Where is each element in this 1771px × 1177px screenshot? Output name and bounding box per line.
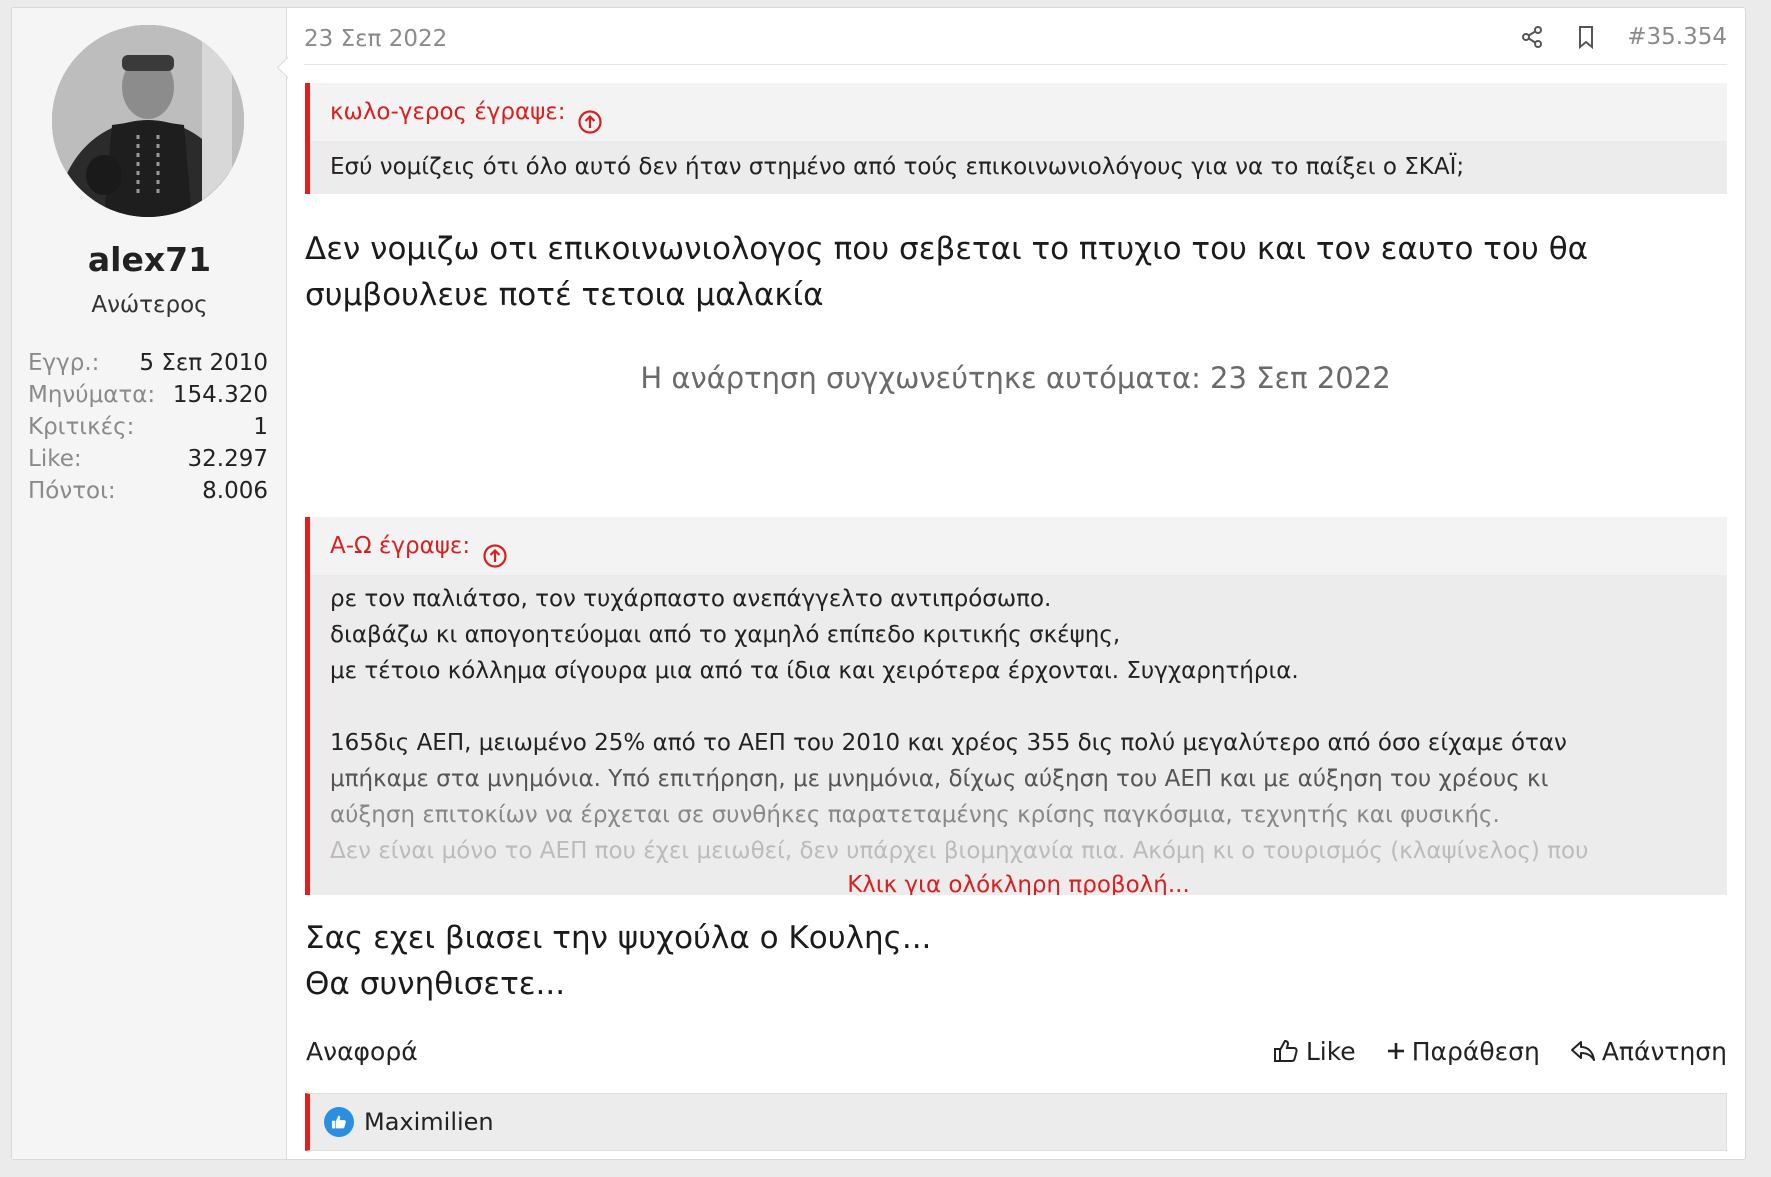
stat-row-registered: Εγγρ.: 5 Σεπ 2010 [28, 347, 268, 379]
quote-button[interactable]: Παράθεση [1386, 1037, 1540, 1066]
quote-line: μπήκαμε στα μνημόνια. Υπό επιτήρηση, με … [330, 766, 1549, 792]
message-line: Σας εχει βιασει την ψυχούλα ο Κουλης... [305, 920, 932, 956]
message-line: Δεν νομιζω οτι επικοινωνιολογος που σεβε… [305, 231, 1589, 267]
stat-value: 32.297 [187, 446, 268, 472]
quote-label: Παράθεση [1411, 1036, 1540, 1066]
thumbs-up-icon [324, 1107, 354, 1137]
plus-icon [1387, 1043, 1404, 1059]
like-button[interactable]: Like [1272, 1037, 1356, 1066]
reply-button[interactable]: Απάντηση [1570, 1037, 1727, 1066]
stat-row-likes: Like: 32.297 [28, 443, 268, 475]
quote-line: ρε τον παλιάτσο, τον τυχάρπαστο ανεπάγγε… [330, 586, 1052, 612]
post-header-actions: #35.354 [1519, 24, 1727, 50]
stat-row-reviews: Κριτικές: 1 [28, 411, 268, 443]
avatar[interactable] [52, 25, 244, 217]
quote-header: Α-Ω έγραψε: [310, 517, 1727, 575]
bookmark-icon[interactable] [1573, 24, 1599, 50]
quote-line: διαβάζω κι απογοητεύομαι από το χαμηλό ε… [330, 622, 1121, 648]
quote-body: ρε τον παλιάτσο, τον τυχάρπαστο ανεπάγγε… [310, 575, 1727, 895]
quote-author[interactable]: Α-Ω έγραψε: [330, 517, 470, 575]
message-text-1: Δεν νομιζω οτι επικοινωνιολογος που σεβε… [305, 226, 1588, 318]
post-actions: Like Παράθεση Απάντηση [1242, 1037, 1727, 1066]
likes-bar: Maximilien [305, 1093, 1727, 1151]
arrow-up-circle-icon[interactable] [482, 533, 508, 568]
quote-body: Εσύ νομίζεις ότι όλο αυτό δεν ήταν στημέ… [310, 141, 1727, 194]
post-main: 23 Σεπ 2022 #35.354 κωλο-γερος έγραψε: Ε… [304, 8, 1727, 1159]
stat-row-messages: Μηνύματα: 154.320 [28, 379, 268, 411]
username[interactable]: alex71 [12, 240, 287, 279]
message-line: Θα συνηθισετε... [305, 966, 566, 1002]
quote-block-1: κωλο-γερος έγραψε: Εσύ νομίζεις ότι όλο … [305, 83, 1727, 194]
post-header: 23 Σεπ 2022 #35.354 [304, 8, 1727, 65]
post-date[interactable]: 23 Σεπ 2022 [304, 26, 447, 52]
share-icon[interactable] [1519, 24, 1545, 50]
quote-line: 165δις ΑΕΠ, μειωμένο 25% από το ΑΕΠ του … [330, 730, 1567, 756]
stat-value[interactable]: 8.006 [202, 475, 268, 507]
stat-label: Πόντοι: [28, 478, 116, 504]
quote-author[interactable]: κωλο-γερος έγραψε: [330, 83, 565, 141]
stat-value[interactable]: 154.320 [173, 379, 268, 411]
liker-name[interactable]: Maximilien [364, 1108, 494, 1136]
user-title: Ανώτερος [91, 292, 208, 318]
post-container: alex71 Ανώτερος Εγγρ.: 5 Σεπ 2010 Μηνύμα… [11, 7, 1746, 1160]
quote-line: με τέτοιο κόλλημα σίγουρα μια από τα ίδι… [330, 658, 1299, 684]
stat-value: 5 Σεπ 2010 [139, 350, 268, 376]
user-stats: Εγγρ.: 5 Σεπ 2010 Μηνύματα: 154.320 Κριτ… [28, 347, 268, 507]
quote-text: Εσύ νομίζεις ότι όλο αυτό δεν ήταν στημέ… [330, 154, 1465, 180]
message-text-2: Σας εχει βιασει την ψυχούλα ο Κουλης... … [305, 915, 931, 1007]
reply-label: Απάντηση [1601, 1036, 1727, 1066]
user-sidebar: alex71 Ανώτερος Εγγρ.: 5 Σεπ 2010 Μηνύμα… [12, 8, 287, 1159]
stat-label: Εγγρ.: [28, 350, 100, 376]
arrow-up-circle-icon[interactable] [577, 99, 603, 134]
quote-line [330, 689, 1707, 725]
stat-label: Κριτικές: [28, 414, 135, 440]
stat-value[interactable]: 1 [253, 411, 268, 443]
stat-label: Μηνύματα: [28, 382, 156, 408]
quote-line: αύξηση επιτοκίων να έρχεται σε συνθήκες … [330, 802, 1500, 828]
quote-block-2: Α-Ω έγραψε: ρε τον παλιάτσο, τον τυχάρπα… [305, 517, 1727, 895]
like-label: Like [1305, 1036, 1356, 1066]
post-footer: Αναφορά Like Παράθεση Απάντηση [304, 1026, 1727, 1076]
post-number[interactable]: #35.354 [1627, 24, 1727, 50]
thumbs-up-icon [1273, 1039, 1298, 1062]
expand-quote-link[interactable]: Κλικ για ολόκληρη προβολή... [310, 863, 1727, 895]
reply-arrow-icon [1570, 1041, 1595, 1061]
quote-header: κωλο-γερος έγραψε: [310, 83, 1727, 141]
stat-row-points: Πόντοι: 8.006 [28, 475, 268, 507]
message-line: συμβουλευε ποτέ τετοια μαλακία [305, 277, 824, 313]
merged-notice: Η ανάρτηση συγχωνεύτηκε αυτόματα: 23 Σεπ… [640, 361, 1391, 395]
report-link[interactable]: Αναφορά [306, 1037, 418, 1066]
stat-label: Like: [28, 446, 82, 472]
